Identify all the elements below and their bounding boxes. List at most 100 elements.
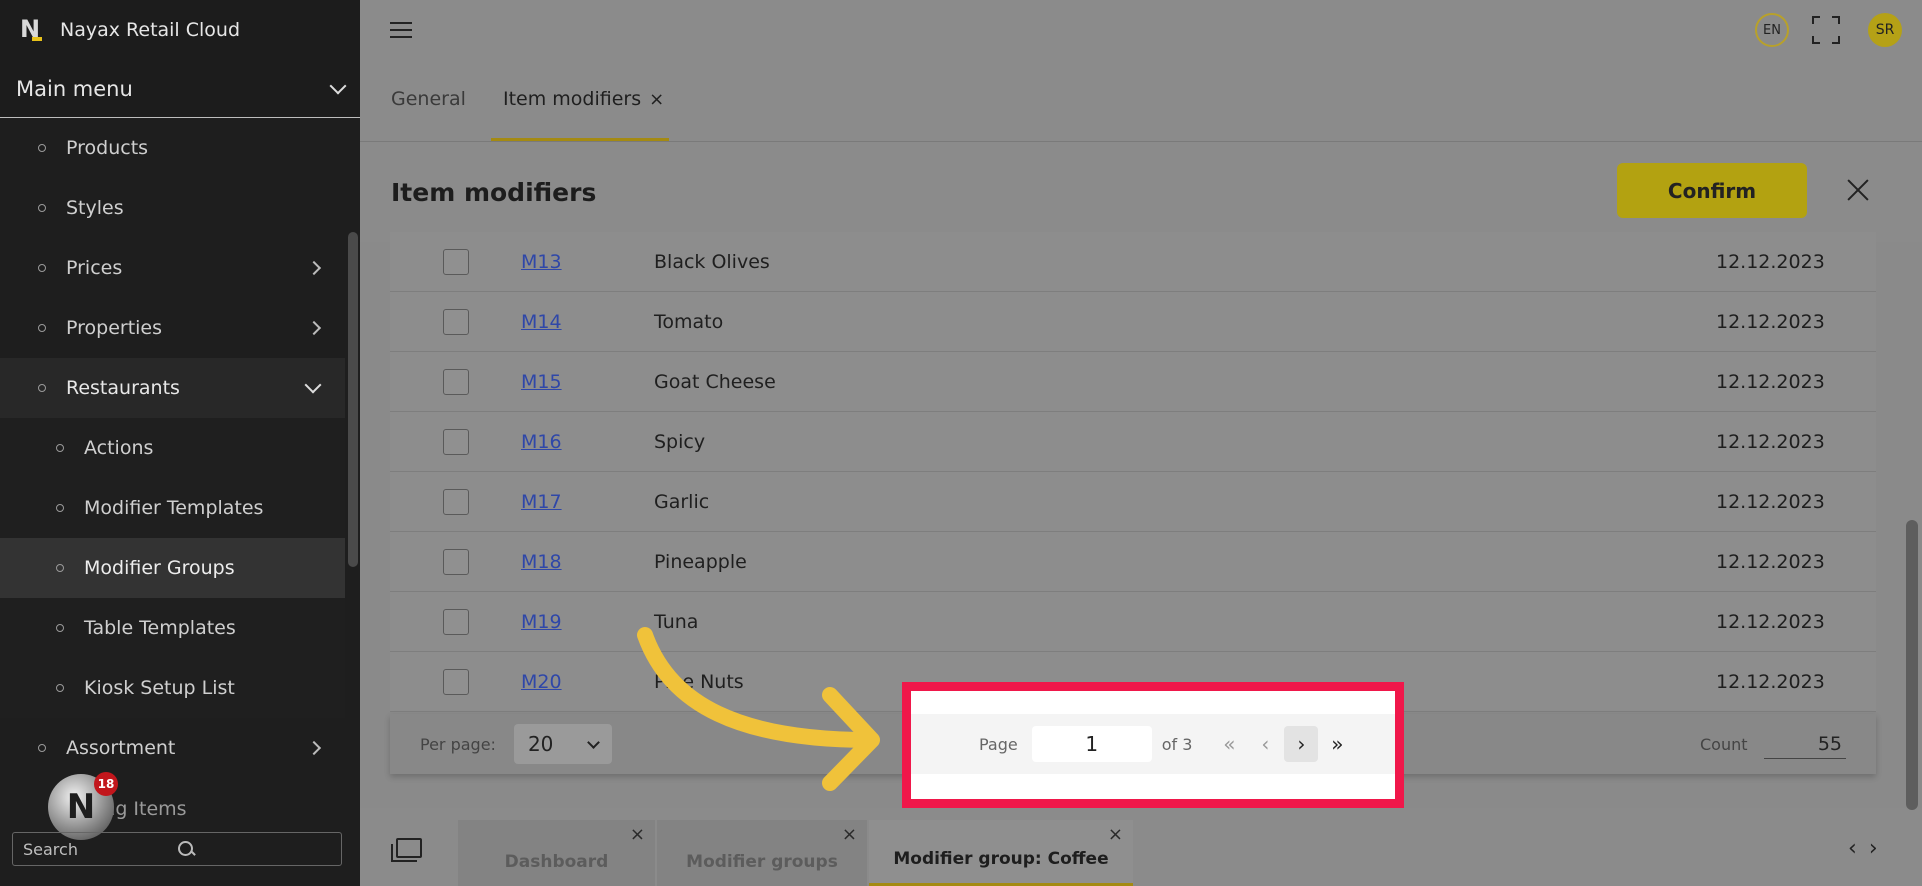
per-page-value: 20 <box>527 732 554 756</box>
row-code-link[interactable]: M18 <box>521 551 654 573</box>
sidebar-scrollbar[interactable] <box>348 232 358 567</box>
chevron-right-icon <box>306 260 322 276</box>
main-menu-label: Main menu <box>16 76 133 101</box>
row-date: 12.12.2023 <box>1716 370 1825 393</box>
first-page-icon[interactable]: « <box>1212 726 1246 762</box>
bullet-icon <box>38 264 46 272</box>
arrow-annotation-icon <box>637 627 880 791</box>
bullet-icon <box>56 684 64 692</box>
row-name: Garlic <box>654 490 710 513</box>
sidebar-nav: Products Styles Prices Properties Restau… <box>0 118 345 778</box>
sidebar-item-label: Kiosk Setup List <box>84 677 235 699</box>
modifiers-table: M13 Black Olives 12.12.2023 M14 Tomato 1… <box>390 232 1876 712</box>
sidebar-item-label: Products <box>66 137 149 159</box>
confirm-button[interactable]: Confirm <box>1617 163 1807 218</box>
previous-page-icon[interactable]: ‹ <box>1248 726 1282 762</box>
sidebar-item-assortment[interactable]: Assortment <box>0 718 345 778</box>
row-checkbox[interactable] <box>443 248 469 275</box>
table-row[interactable]: M18 Pineapple 12.12.2023 <box>390 532 1876 592</box>
tab-item-modifiers[interactable]: Item modifiers × <box>503 88 664 110</box>
sidebar-item-kiosk-setup-list[interactable]: Kiosk Setup List <box>0 658 345 718</box>
chevron-right-icon <box>306 320 322 336</box>
brand[interactable]: Nayax Retail Cloud <box>0 0 360 60</box>
window-tab-label: Modifier group: Coffee <box>893 849 1109 869</box>
row-code-link[interactable]: M15 <box>521 371 654 393</box>
row-code-link[interactable]: M17 <box>521 491 654 513</box>
close-icon[interactable] <box>1846 178 1870 202</box>
chevron-down-icon <box>587 735 600 749</box>
close-icon[interactable]: × <box>630 824 645 845</box>
sidebar-item-styles[interactable]: Styles <box>0 178 345 238</box>
per-page-select[interactable]: 20 <box>513 724 612 764</box>
close-icon[interactable]: × <box>842 824 857 845</box>
sidebar-item-modifier-templates[interactable]: Modifier Templates <box>0 478 345 538</box>
bullet-icon <box>38 384 46 392</box>
chevron-left-icon[interactable]: ‹ <box>1848 836 1857 861</box>
sidebar-item-actions[interactable]: Actions <box>0 418 345 478</box>
modal-title: Item modifiers <box>391 178 597 207</box>
table-row[interactable]: M19 Tuna 12.12.2023 <box>390 592 1876 652</box>
top-bar: EN SR <box>360 0 1922 60</box>
sidebar-item-prices[interactable]: Prices <box>0 238 345 298</box>
sidebar-item-label: Modifier Groups <box>84 557 235 579</box>
table-row[interactable]: M17 Garlic 12.12.2023 <box>390 472 1876 532</box>
page-total-label: of 3 <box>1161 734 1193 754</box>
sidebar-item-table-templates[interactable]: Table Templates <box>0 598 345 658</box>
sidebar-item-products[interactable]: Products <box>0 118 345 178</box>
table-row[interactable]: M16 Spicy 12.12.2023 <box>390 412 1876 472</box>
pagination: Page of 3 « ‹ › » <box>911 714 1395 774</box>
window-tab-label: Modifier groups <box>686 852 838 872</box>
close-icon[interactable]: × <box>649 89 664 110</box>
row-checkbox[interactable] <box>443 368 469 395</box>
chevron-down-icon <box>304 376 322 394</box>
row-name: Pineapple <box>654 550 747 573</box>
row-checkbox[interactable] <box>443 428 469 455</box>
tab-general[interactable]: General <box>391 88 466 110</box>
language-selector[interactable]: EN <box>1755 13 1789 47</box>
bullet-icon <box>38 324 46 332</box>
active-tab-indicator <box>491 138 669 141</box>
bullet-icon <box>38 144 46 152</box>
sidebar-search-input[interactable]: Search <box>12 832 342 866</box>
avatar[interactable]: SR <box>1868 13 1902 47</box>
row-code-link[interactable]: M14 <box>521 311 654 333</box>
page-number-input[interactable] <box>1031 726 1152 762</box>
bullet-icon <box>56 504 64 512</box>
window-tab-modifier-group-coffee[interactable]: × Modifier group: Coffee <box>869 820 1133 886</box>
table-row[interactable]: M14 Tomato 12.12.2023 <box>390 292 1876 352</box>
window-tab-modifier-groups[interactable]: × Modifier groups <box>657 820 867 886</box>
per-page-label: Per page: <box>420 734 496 754</box>
row-code-link[interactable]: M16 <box>521 431 654 453</box>
row-code-link[interactable]: M13 <box>521 251 654 273</box>
main-menu-toggle[interactable]: Main menu <box>0 60 360 118</box>
row-date: 12.12.2023 <box>1716 430 1825 453</box>
window-tab-dashboard[interactable]: × Dashboard <box>458 820 655 886</box>
row-checkbox[interactable] <box>443 488 469 515</box>
table-row[interactable]: M15 Goat Cheese 12.12.2023 <box>390 352 1876 412</box>
row-checkbox[interactable] <box>443 308 469 335</box>
sidebar-item-modifier-groups[interactable]: Modifier Groups <box>0 538 345 598</box>
sidebar-item-label: Restaurants <box>66 377 180 399</box>
row-checkbox[interactable] <box>443 668 469 695</box>
row-name: Tomato <box>654 310 724 333</box>
row-checkbox[interactable] <box>443 548 469 575</box>
count-label: Count <box>1700 734 1748 754</box>
page-scrollbar[interactable] <box>1906 520 1918 810</box>
windows-icon[interactable] <box>391 838 422 862</box>
row-checkbox[interactable] <box>443 608 469 635</box>
last-page-icon[interactable]: » <box>1320 726 1354 762</box>
next-page-icon[interactable]: › <box>1284 726 1319 762</box>
bullet-icon <box>56 444 64 452</box>
table-row[interactable]: M13 Black Olives 12.12.2023 <box>390 232 1876 292</box>
sidebar-item-restaurants[interactable]: Restaurants <box>0 358 345 418</box>
chevron-right-icon[interactable]: › <box>1869 836 1878 861</box>
fullscreen-icon[interactable] <box>1812 16 1840 44</box>
row-date: 12.12.2023 <box>1716 490 1825 513</box>
hamburger-menu-icon[interactable] <box>390 22 412 38</box>
notification-badge: 18 <box>94 772 118 796</box>
sidebar-item-properties[interactable]: Properties <box>0 298 345 358</box>
bullet-icon <box>56 564 64 572</box>
search-icon[interactable] <box>177 840 331 858</box>
page-label: Page <box>979 734 1018 754</box>
close-icon[interactable]: × <box>1108 824 1123 845</box>
